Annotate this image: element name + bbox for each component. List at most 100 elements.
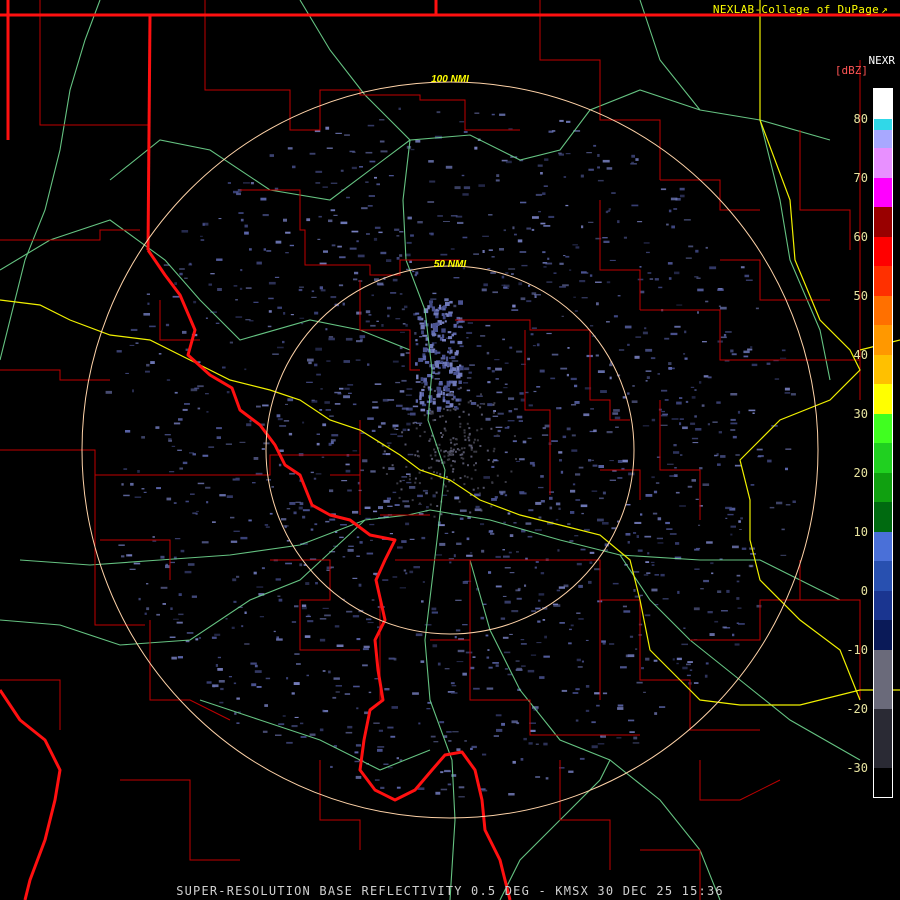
echo-pixel: [326, 360, 331, 362]
echo-pixel: [573, 296, 576, 298]
echo-pixel: [439, 381, 443, 385]
echo-pixel: [377, 746, 385, 748]
echo-pixel: [474, 146, 478, 150]
echo-pixel: [268, 297, 274, 300]
color-scale-tick-label: -30: [846, 760, 868, 775]
echo-pixel: [437, 371, 441, 374]
echo-pixel: [459, 509, 467, 512]
echo-pixel: [169, 471, 175, 473]
echo-pixel: [411, 499, 414, 502]
echo-pixel: [469, 400, 472, 402]
echo-pixel: [668, 362, 672, 365]
echo-pixel: [459, 453, 462, 456]
echo-pixel: [278, 598, 283, 602]
echo-pixel: [365, 151, 373, 154]
echo-pixel: [452, 437, 455, 440]
echo-pixel: [216, 436, 221, 439]
echo-pixel: [559, 286, 566, 288]
echo-pixel: [585, 709, 590, 712]
credit-link[interactable]: NEXLAB-College of DuPage ↗: [713, 3, 888, 16]
echo-pixel: [256, 686, 262, 688]
echo-pixel: [415, 362, 418, 366]
echo-pixel: [495, 714, 502, 717]
echo-pixel: [250, 182, 254, 185]
echo-pixel: [535, 193, 543, 196]
echo-pixel: [431, 607, 437, 611]
echo-pixel: [400, 488, 403, 491]
echo-pixel: [165, 565, 171, 569]
echo-pixel: [530, 333, 534, 336]
echo-pixel: [450, 340, 455, 344]
echo-pixel: [585, 685, 590, 688]
echo-pixel: [431, 611, 438, 614]
echo-pixel: [187, 563, 195, 566]
echo-pixel: [421, 382, 424, 384]
echo-pixel: [590, 408, 594, 410]
echo-pixel: [347, 725, 353, 729]
echo-pixel: [174, 391, 178, 394]
echo-pixel: [423, 385, 426, 388]
echo-pixel: [356, 311, 362, 315]
echo-pixel: [373, 237, 378, 241]
echo-pixel: [328, 336, 334, 338]
color-scale-band: [874, 148, 892, 178]
echo-pixel: [414, 481, 417, 484]
echo-pixel: [299, 502, 304, 506]
echo-pixel: [466, 331, 473, 334]
echo-pixel: [347, 548, 354, 552]
echo-pixel: [593, 429, 597, 433]
echo-pixel: [366, 233, 370, 235]
echo-pixel: [442, 494, 448, 496]
echo-pixel: [311, 296, 317, 298]
echo-pixel: [420, 660, 425, 663]
echo-pixel: [693, 607, 700, 611]
echo-pixel: [767, 459, 772, 463]
echo-pixel: [253, 301, 259, 303]
echo-pixel: [690, 386, 695, 388]
echo-pixel: [309, 558, 317, 560]
echo-pixel: [212, 521, 216, 523]
echo-pixel: [528, 284, 531, 287]
echo-pixel: [344, 693, 351, 695]
echo-pixel: [576, 658, 581, 662]
echo-pixel: [459, 364, 462, 367]
echo-pixel: [740, 517, 743, 520]
echo-pixel: [347, 489, 352, 492]
echo-pixel: [253, 457, 259, 460]
echo-pixel: [410, 412, 416, 416]
echo-pixel: [662, 598, 669, 600]
echo-pixel: [687, 485, 693, 488]
echo-pixel: [263, 248, 266, 251]
echo-pixel: [669, 533, 677, 535]
echo-pixel: [419, 401, 425, 405]
echo-pixel: [432, 371, 436, 374]
echo-pixel: [505, 272, 509, 274]
echo-pixel: [575, 473, 581, 476]
echo-pixel: [680, 454, 683, 456]
echo-pixel: [461, 447, 463, 450]
echo-pixel: [659, 706, 666, 708]
echo-pixel: [719, 306, 727, 310]
echo-pixel: [125, 430, 131, 433]
echo-pixel: [575, 246, 580, 249]
echo-pixel: [406, 241, 412, 244]
echo-pixel: [173, 618, 179, 620]
color-scale-band: [874, 266, 892, 296]
echo-pixel: [458, 796, 465, 798]
echo-pixel: [457, 340, 463, 345]
echo-pixel: [679, 505, 686, 507]
echo-pixel: [701, 404, 705, 407]
echo-pixel: [454, 186, 461, 190]
echo-pixel: [520, 758, 524, 761]
echo-pixel: [316, 433, 320, 435]
echo-pixel: [491, 256, 495, 258]
echo-pixel: [403, 569, 407, 572]
echo-pixel: [628, 719, 635, 722]
echo-pixel: [347, 384, 354, 386]
echo-pixel: [281, 518, 287, 521]
echo-pixel: [537, 620, 541, 623]
echo-pixel: [591, 490, 598, 492]
echo-pixel: [574, 310, 578, 312]
echo-pixel: [617, 704, 624, 707]
echo-pixel: [691, 437, 699, 440]
